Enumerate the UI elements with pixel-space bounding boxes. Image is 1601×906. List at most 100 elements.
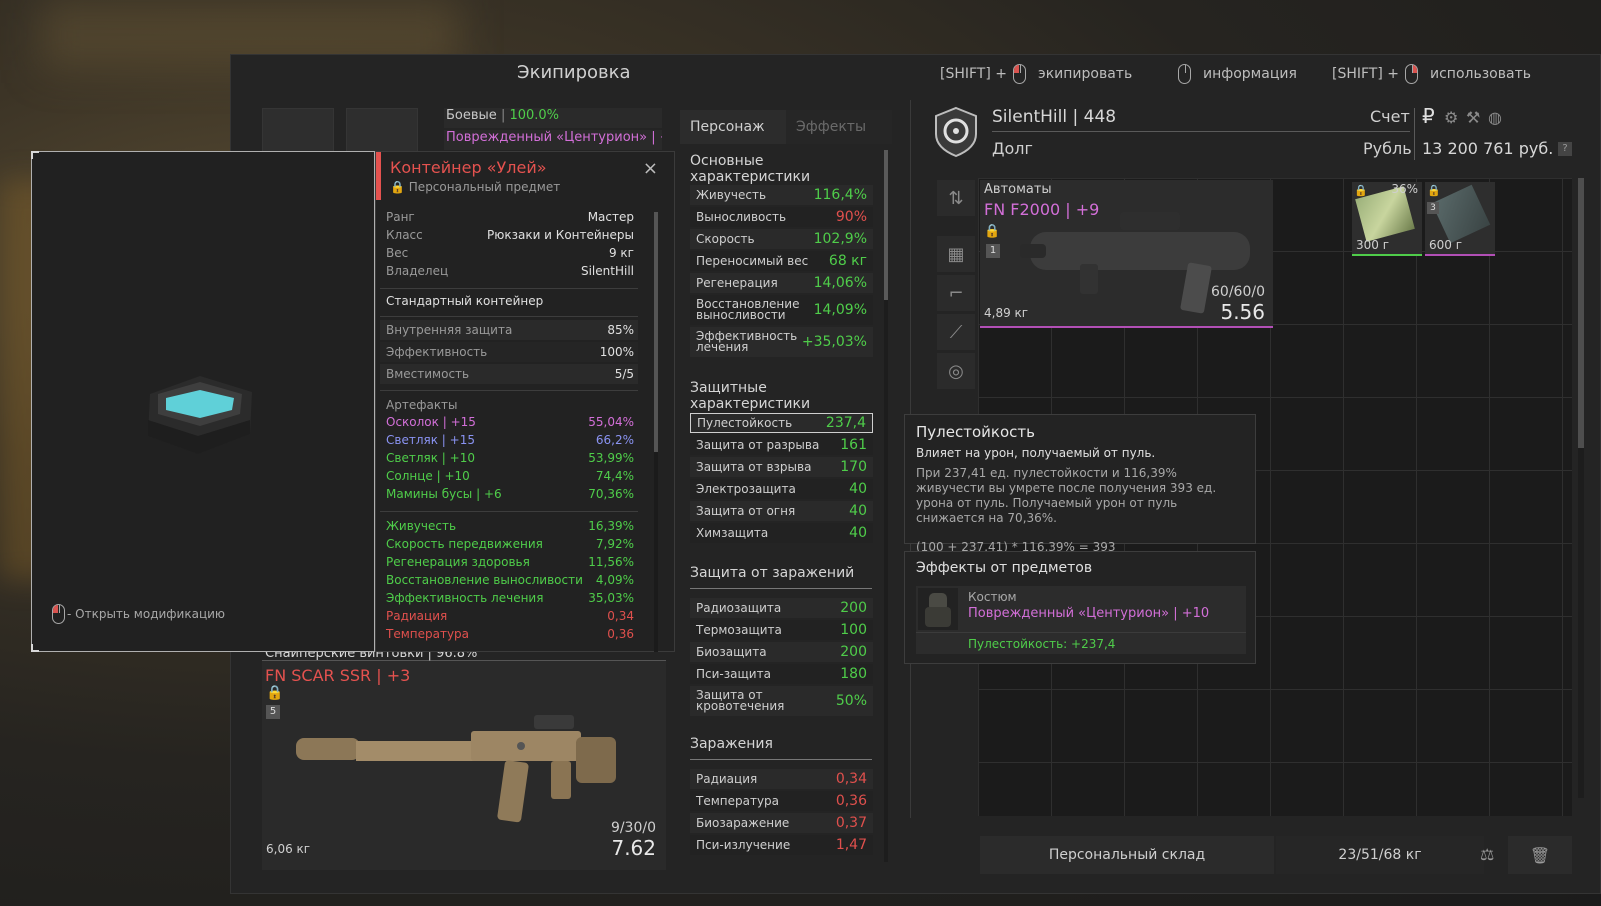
artifact-row[interactable]: Светляк | +15 66,2% <box>386 433 634 447</box>
combat-status: Боевые | 100.0% <box>444 108 662 128</box>
trash-button[interactable]: 🗑 <box>1508 836 1572 874</box>
stat-row[interactable]: Пси-защита 180 <box>690 664 873 684</box>
effect-name: Живучесть <box>386 519 457 533</box>
stat-row[interactable]: Защита от кровотечения 50% <box>690 686 873 716</box>
stat-label: Радиация <box>696 772 758 786</box>
effect-value: 16,39% <box>588 519 634 533</box>
player-name: SilentHill | 448 <box>992 107 1117 127</box>
stat-row[interactable]: Электрозащита 40 <box>690 479 873 499</box>
faction-emblem-icon <box>930 106 982 158</box>
stat-row[interactable]: Выносливость 90% <box>690 207 873 227</box>
tooltip-title: Пулестойкость <box>916 423 1035 441</box>
effect-name: Регенерация здоровья <box>386 555 530 569</box>
personal-storage-button[interactable]: Персональный склад <box>980 836 1274 874</box>
effects-title: Эффекты от предметов <box>916 560 1093 576</box>
stat-label: Живучесть <box>696 188 767 202</box>
artifact-row[interactable]: Солнце | +10 74,4% <box>386 469 634 483</box>
item-subtitle: 🔒 Персональный предмет <box>390 180 560 194</box>
stat-row[interactable]: Скорость 102,9% <box>690 229 873 249</box>
coin-icon[interactable]: ◍ <box>1488 108 1502 127</box>
tab-character[interactable]: Персонаж <box>680 110 786 144</box>
corner-mark <box>31 151 39 159</box>
artifact-row[interactable]: Осколок | +15 55,04% <box>386 415 634 429</box>
stat-row[interactable]: Биозаражение 0,37 <box>690 813 873 833</box>
stat-label: Защита от огня <box>696 504 796 518</box>
lock-icon: 🔒 <box>984 224 1001 239</box>
close-icon[interactable]: × <box>643 158 658 179</box>
effect-name: Скорость передвижения <box>386 537 543 551</box>
stats-tabs: Персонаж Эффекты <box>680 110 892 144</box>
stat-value: 40 <box>849 481 867 497</box>
stat-row[interactable]: Защита от разрыва 161 <box>690 435 873 455</box>
armor-slot[interactable] <box>262 108 334 152</box>
scrollbar-thumb[interactable] <box>884 150 888 300</box>
debt-label: Долг <box>992 139 1033 158</box>
stat-row[interactable]: Защита от огня 40 <box>690 501 873 521</box>
stat-row[interactable]: Пси-излучение 1,47 <box>690 835 873 855</box>
hint-label: информация <box>1203 66 1297 82</box>
artifact-row[interactable]: Светляк | +10 53,99% <box>386 451 634 465</box>
stats-scrollbar[interactable] <box>884 150 888 862</box>
hint-label: использовать <box>1430 66 1531 82</box>
info-value: SilentHill <box>580 264 634 278</box>
rifle-filter-icon[interactable]: ⌐ <box>937 275 975 311</box>
stat-row[interactable]: Термозащита 100 <box>690 620 873 640</box>
stat-row[interactable]: Защита от взрыва 170 <box>690 457 873 477</box>
tab-effects[interactable]: Эффекты <box>786 110 892 144</box>
item-effects-panel: Эффекты от предметов Костюм Поврежденный… <box>904 551 1256 664</box>
container-image <box>148 376 252 454</box>
account-label: Счет <box>1370 107 1410 126</box>
ruble-icon[interactable]: ₽ <box>1422 104 1435 128</box>
artifact-row[interactable]: Мамины бусы | +6 70,36% <box>386 487 634 501</box>
open-mod-hint[interactable]: - Открыть модификацию <box>52 604 225 624</box>
weapon-weight: 4,89 кг <box>984 306 1029 320</box>
stat-row[interactable]: Живучесть 116,4% <box>690 185 873 205</box>
effect-row: Скорость передвижения 7,92% <box>386 537 634 551</box>
stat-row[interactable]: Радиация 0,34 <box>690 769 873 789</box>
item-title: Контейнер «Улей» <box>390 158 547 177</box>
stat-row[interactable]: Химзащита 40 <box>690 523 873 543</box>
helmet-slot[interactable] <box>346 108 418 152</box>
stat-row[interactable]: Регенерация 14,06% <box>690 273 873 293</box>
storage-weight: 23/51/68 кг <box>1276 836 1484 874</box>
stat-label: Переносимый вес <box>696 254 809 268</box>
stat-value: 40 <box>849 503 867 519</box>
grid-icon[interactable]: ▦ <box>937 236 975 272</box>
tools-icon[interactable]: ⚒ <box>1466 108 1480 127</box>
lock-slot-badge: 1 <box>986 244 1000 258</box>
weapon-item[interactable]: Автоматы FN F2000 | +9 🔒 1 4,89 кг 60/60… <box>980 180 1273 328</box>
infect-section: Защита от заражений <box>690 565 872 589</box>
stat-row[interactable]: Переносимый вес 68 кг <box>690 251 873 271</box>
lock-icon: 🔒 <box>1427 184 1441 197</box>
knife-filter-icon[interactable]: ⟋ <box>937 314 975 350</box>
artifact-filter-icon[interactable]: ◎ <box>937 353 975 389</box>
subtitle-text: Персональный предмет <box>408 180 561 194</box>
inventory-scrollbar[interactable] <box>1578 178 1584 798</box>
weight-icon[interactable]: ⚖ <box>1480 845 1494 864</box>
hint-label: экипировать <box>1038 66 1133 82</box>
effect-value: 11,56% <box>588 555 634 569</box>
effect-row: Восстановление выносливости 4,09% <box>386 573 634 587</box>
effect-row: Живучесть 16,39% <box>386 519 634 533</box>
info-key: Ранг <box>386 210 415 224</box>
stat-row[interactable]: Эффективность лечения +35,03% <box>690 327 873 357</box>
stat-label: Пулестойкость <box>697 416 793 430</box>
effect-row: Эффективность лечения 35,03% <box>386 591 634 605</box>
sniper-weapon-slot[interactable]: 🔒 5 6,06 кг 9/30/0 7.62 <box>262 660 666 870</box>
details-scrollbar[interactable] <box>654 212 658 652</box>
gear-icon[interactable]: ⚙ <box>1444 108 1458 127</box>
scrollbar-thumb[interactable] <box>654 212 658 452</box>
stat-row[interactable]: Биозащита 200 <box>690 642 873 662</box>
container-item[interactable]: 🔒 3 600 г <box>1425 182 1495 256</box>
stat-row[interactable]: Температура 0,36 <box>690 791 873 811</box>
hint-prefix: [SHIFT] + <box>940 66 1008 82</box>
scrollbar-thumb[interactable] <box>1578 178 1584 448</box>
stat-row[interactable]: Пулестойкость 237,4 <box>690 413 873 433</box>
artifact-item[interactable]: 🔒 36% 300 г <box>1352 182 1422 256</box>
prop-value: 100% <box>599 345 634 359</box>
help-icon[interactable]: ? <box>1558 142 1572 156</box>
stat-row[interactable]: Восстановление выносливости 14,09% <box>690 295 873 325</box>
window-title: Экипировка <box>517 62 631 83</box>
stat-row[interactable]: Радиозащита 200 <box>690 598 873 618</box>
sort-icon[interactable]: ⇅ <box>937 180 975 216</box>
